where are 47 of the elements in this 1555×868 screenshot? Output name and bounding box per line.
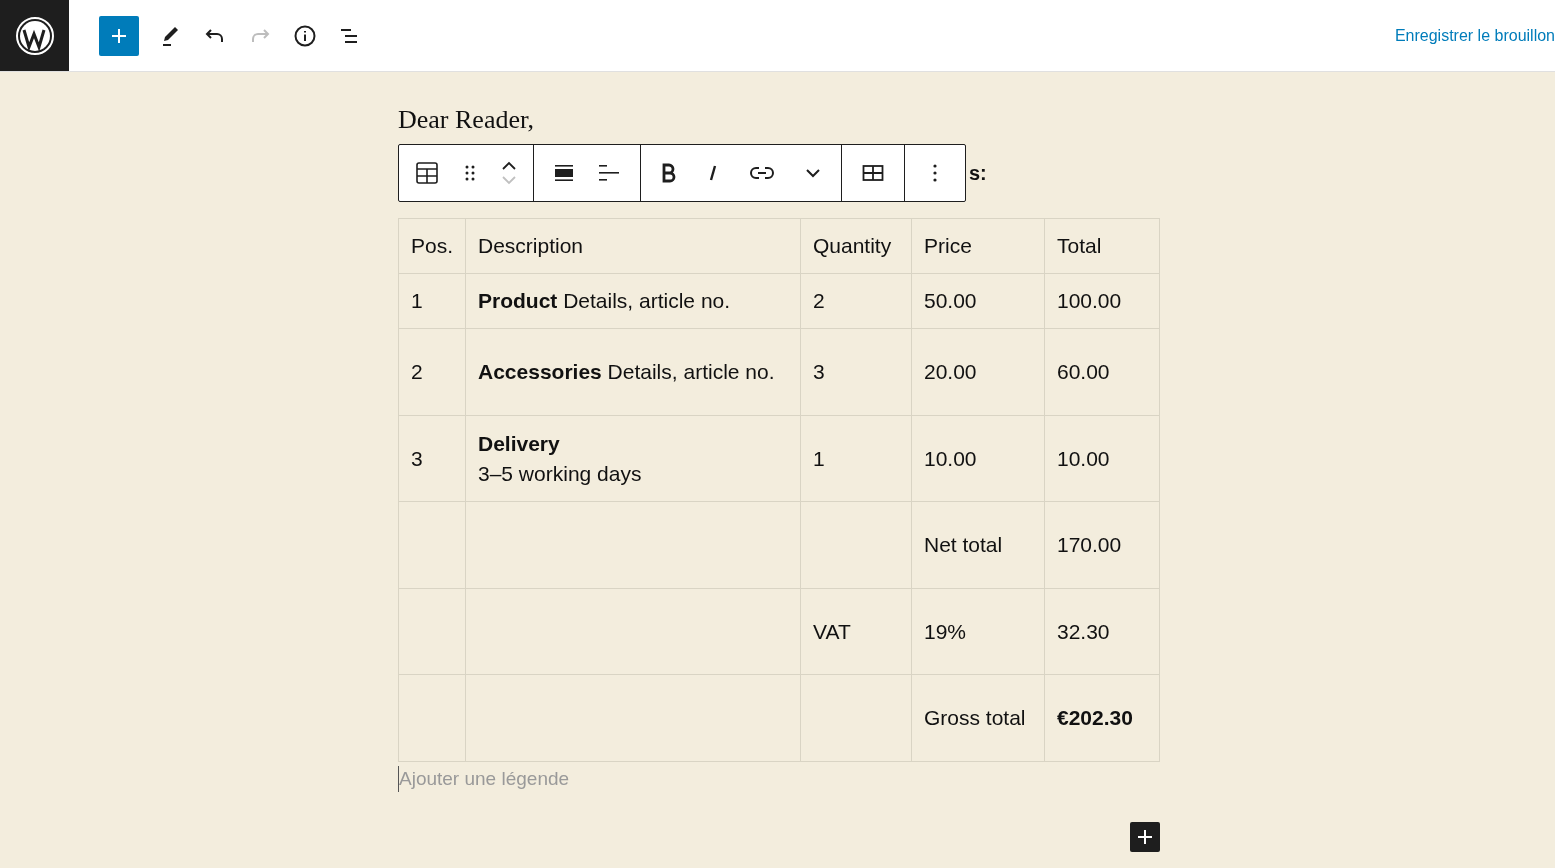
link-icon[interactable] <box>749 165 775 181</box>
table-cell: Accessories Details, article no. <box>465 328 801 416</box>
paragraph-text: s: <box>969 161 987 185</box>
table-cell: 10.00 <box>911 415 1045 502</box>
table-cell: 19% <box>911 588 1045 675</box>
table-cell: 3 <box>800 328 912 416</box>
table-cell: 20.00 <box>911 328 1045 416</box>
table-edit-icon[interactable] <box>862 164 884 182</box>
table-cell: €202.30 <box>1044 674 1160 762</box>
table-cell: Delivery 3–5 working days <box>465 415 801 502</box>
table-cell: VAT <box>800 588 912 675</box>
plus-icon <box>1135 827 1155 847</box>
table-cell: 3 <box>398 415 466 502</box>
column-header: Pos. <box>398 218 466 274</box>
table-cell: 60.00 <box>1044 328 1160 416</box>
table-cell: 1 <box>800 415 912 502</box>
add-block-button[interactable] <box>1130 822 1160 852</box>
chevron-down-icon[interactable] <box>805 168 821 178</box>
table-cell: 2 <box>398 328 466 416</box>
more-options-icon[interactable] <box>932 163 938 183</box>
drag-handle-icon[interactable] <box>463 163 477 183</box>
table-cell: 32.30 <box>1044 588 1160 675</box>
column-header: Description <box>465 218 801 274</box>
text-align-icon[interactable] <box>598 163 620 183</box>
wordpress-logo-icon <box>14 15 55 56</box>
info-icon <box>293 23 317 48</box>
table-cell: Product Details, article no. <box>465 273 801 329</box>
table-cell: 1 <box>398 273 466 329</box>
table-cell: Gross total <box>911 674 1045 762</box>
table-cell: Net total <box>911 501 1045 589</box>
column-header: Quantity <box>800 218 912 274</box>
table-cell: 170.00 <box>1044 501 1160 589</box>
move-up-icon[interactable] <box>501 161 517 171</box>
align-wide-icon[interactable] <box>554 163 574 183</box>
italic-icon[interactable] <box>707 163 719 183</box>
wordpress-logo[interactable] <box>0 0 69 71</box>
greeting-text: Dear Reader, <box>398 104 536 136</box>
caption-field[interactable]: Ajouter une légende <box>398 766 699 792</box>
table-icon[interactable] <box>415 161 439 185</box>
column-header: Price <box>911 218 1045 274</box>
column-header: Total <box>1044 218 1160 274</box>
table-cell: 10.00 <box>1044 415 1160 502</box>
table-cell: 2 <box>800 273 912 329</box>
save-draft-link[interactable]: Enregistrer le brouillon <box>1394 26 1555 45</box>
table-cell: 50.00 <box>911 273 1045 329</box>
bold-icon[interactable] <box>661 163 677 183</box>
table-cell: 100.00 <box>1044 273 1160 329</box>
